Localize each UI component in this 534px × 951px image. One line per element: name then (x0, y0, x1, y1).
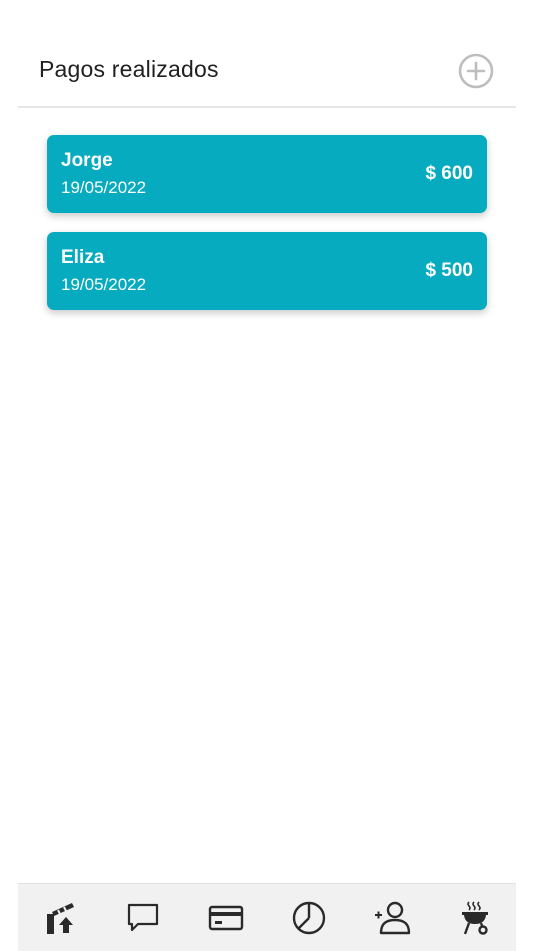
chat-bubble-icon (127, 903, 159, 932)
plus-circle-icon (458, 53, 494, 89)
payment-amount: $ 600 (425, 163, 473, 184)
payment-date: 19/05/2022 (61, 275, 147, 294)
credit-card-icon (208, 905, 244, 931)
page-title: Pagos realizados (39, 56, 219, 82)
header: Pagos realizados (18, 40, 516, 108)
add-payment-button[interactable] (458, 53, 494, 89)
nav-item-payments[interactable] (204, 896, 248, 940)
grill-icon (462, 901, 488, 935)
barrier-gate-icon (47, 903, 74, 934)
payment-amount: $ 500 (425, 260, 473, 281)
payment-card[interactable]: Jorge 19/05/2022 $ 600 (47, 135, 487, 213)
bottom-navigation (18, 883, 516, 951)
add-user-icon (375, 901, 411, 935)
nav-item-add-user[interactable] (370, 896, 414, 940)
payments-list: Jorge 19/05/2022 $ 600 Eliza 19/05/2022 … (47, 135, 487, 329)
payment-name: Jorge (61, 150, 113, 171)
payment-card[interactable]: Eliza 19/05/2022 $ 500 (47, 232, 487, 310)
pie-chart-icon (292, 901, 326, 935)
nav-item-reports[interactable] (287, 896, 331, 940)
payment-date: 19/05/2022 (61, 178, 147, 197)
nav-item-messages[interactable] (121, 896, 165, 940)
nav-item-grill[interactable] (453, 896, 497, 940)
payment-name: Eliza (61, 247, 105, 268)
nav-item-access[interactable] (38, 896, 82, 940)
